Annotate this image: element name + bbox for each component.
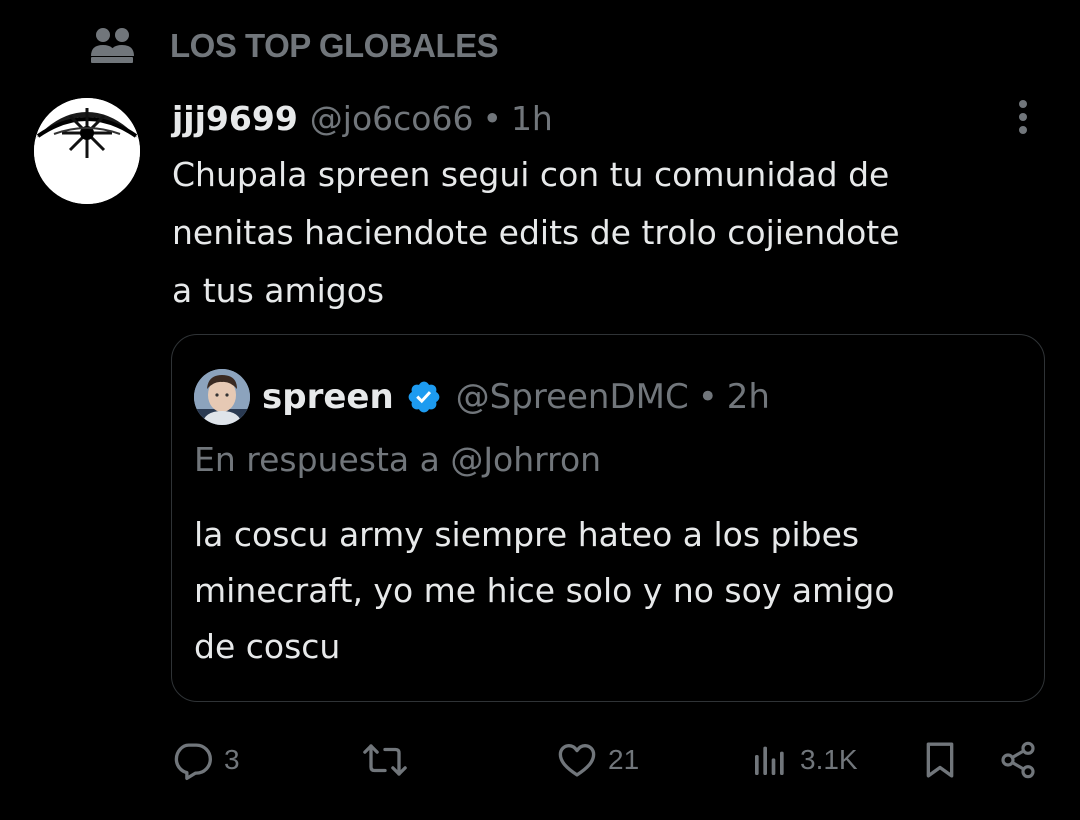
tweet-timestamp[interactable]: 1h bbox=[511, 99, 553, 138]
views-icon bbox=[750, 740, 790, 780]
like-button[interactable]: 21 bbox=[556, 736, 639, 784]
author-name[interactable]: jjj9699 bbox=[172, 99, 298, 138]
quoted-author-name[interactable]: spreen bbox=[262, 377, 394, 417]
verified-badge-icon[interactable] bbox=[406, 379, 442, 415]
quoted-tweet[interactable]: spreen @SpreenDMC • 2h En respuesta a @J… bbox=[171, 334, 1045, 702]
separator-dot: • bbox=[697, 377, 718, 417]
share-button[interactable] bbox=[998, 736, 1038, 784]
reply-icon bbox=[172, 739, 214, 781]
quoted-author-handle[interactable]: @SpreenDMC bbox=[456, 377, 689, 417]
retweet-button[interactable] bbox=[362, 736, 418, 784]
reply-count: 3 bbox=[224, 744, 240, 775]
retweet-icon bbox=[362, 739, 408, 781]
author-avatar[interactable] bbox=[34, 98, 140, 204]
quoted-tweet-text: la coscu army siempre hateo a los pibes … bbox=[194, 515, 895, 666]
bookmark-icon bbox=[920, 739, 960, 781]
tweet-header: jjj9699 @jo6co66 • 1h bbox=[172, 92, 553, 144]
share-icon bbox=[998, 739, 1038, 781]
quoted-author-avatar[interactable] bbox=[194, 369, 250, 425]
tweet-text: Chupala spreen segui con tu comunidad de… bbox=[172, 155, 900, 310]
author-handle[interactable]: @jo6co66 bbox=[310, 99, 474, 138]
community-icon bbox=[88, 24, 136, 68]
community-name[interactable]: LOS TOP GLOBALES bbox=[170, 27, 499, 65]
separator-dot: • bbox=[482, 98, 502, 138]
bookmark-button[interactable] bbox=[920, 736, 960, 784]
views-count: 3.1K bbox=[800, 744, 858, 775]
like-icon bbox=[556, 739, 598, 781]
views-button[interactable]: 3.1K bbox=[750, 736, 858, 784]
more-options-icon[interactable] bbox=[1010, 98, 1036, 138]
like-count: 21 bbox=[608, 744, 640, 775]
social-context[interactable]: LOS TOP GLOBALES bbox=[88, 24, 499, 68]
reply-context: En respuesta a @Johrron bbox=[194, 440, 602, 479]
reply-button[interactable]: 3 bbox=[172, 736, 240, 784]
quoted-tweet-timestamp[interactable]: 2h bbox=[727, 377, 770, 417]
quoted-tweet-header: spreen @SpreenDMC • 2h bbox=[262, 371, 770, 423]
